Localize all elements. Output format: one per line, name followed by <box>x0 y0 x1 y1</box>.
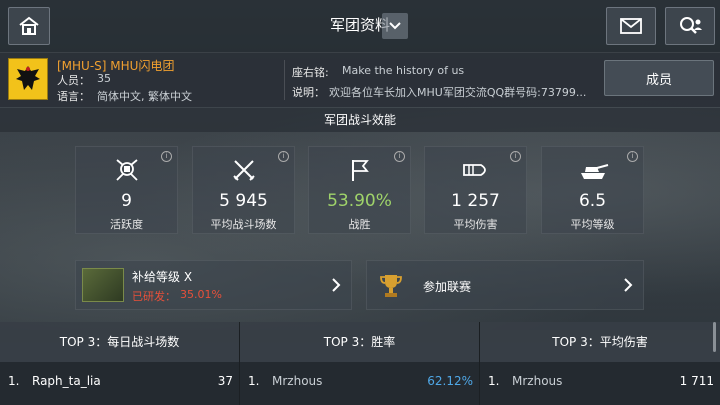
top3-winrate-header: TOP 3：胜率 <box>240 322 479 362</box>
stat-card-avg-damage[interactable]: i 1 257 平均伤害 <box>424 146 527 234</box>
mail-icon <box>620 18 642 34</box>
join-league-button[interactable]: 参加联赛 <box>366 260 644 310</box>
shell-icon <box>462 164 486 176</box>
members-button-label: 成员 <box>645 72 672 88</box>
motto-label: 座右铭: <box>292 66 329 79</box>
player-value: 1 711 <box>679 374 714 388</box>
top3-battles-header: TOP 3：每日战斗场数 <box>0 322 239 362</box>
stat-value: 5 945 <box>219 191 268 211</box>
stat-card-avg-tier[interactable]: i 6.5 平均等级 <box>541 146 644 234</box>
table-row[interactable]: 1. Raph_ta_lia 37 <box>0 362 239 405</box>
player-name: Raph_ta_lia <box>32 374 101 388</box>
activity-icon <box>115 159 138 181</box>
tank-icon <box>580 164 608 179</box>
search-user-icon <box>680 17 702 34</box>
supply-progress-value: 35.01% <box>180 288 222 301</box>
player-value: 37 <box>217 374 233 388</box>
stat-value: 1 257 <box>451 191 500 211</box>
column-divider <box>239 322 240 405</box>
supply-crate-icon <box>82 268 124 302</box>
stat-value: 53.90% <box>327 191 392 211</box>
stat-value: 9 <box>121 191 132 211</box>
chevron-right-icon <box>624 278 633 292</box>
mail-button[interactable] <box>606 7 656 45</box>
stat-label: 平均伤害 <box>453 218 498 231</box>
stat-card-win-rate[interactable]: i 53.90% 战胜 <box>308 146 411 234</box>
combat-efficiency-header: 军团战斗效能 <box>0 108 720 132</box>
clan-emblem <box>8 58 48 100</box>
crossed-swords-icon <box>232 160 255 181</box>
stat-label: 平均等级 <box>570 218 615 231</box>
members-count: 35 <box>97 72 111 85</box>
player-name: Mrzhous <box>512 374 563 388</box>
language-value: 简体中文, 繁体中文 <box>97 90 192 103</box>
title-dropdown-button[interactable] <box>382 13 408 39</box>
top3-damage-header: TOP 3：平均伤害 <box>480 322 720 362</box>
league-title: 参加联赛 <box>423 280 472 294</box>
eagle-emblem-icon <box>16 66 40 90</box>
stat-card-avg-battles[interactable]: i 5 945 平均战斗场数 <box>192 146 295 234</box>
table-row[interactable]: 1. Mrzhous 1 711 <box>480 362 720 405</box>
scrollbar[interactable] <box>713 322 716 352</box>
members-button[interactable]: 成员 <box>604 60 714 96</box>
rank: 1. <box>248 374 260 388</box>
supply-progress-label: 已研发： <box>132 290 176 303</box>
description-label: 说明： <box>292 86 325 99</box>
chevron-down-icon <box>389 22 401 30</box>
stat-label: 活跃度 <box>110 218 143 231</box>
language-label: 语言： <box>57 90 90 103</box>
supply-level-button[interactable]: 补给等级 X 已研发： 35.01% <box>75 260 352 310</box>
info-divider <box>284 60 285 100</box>
stat-card-activity[interactable]: i 9 活跃度 <box>75 146 178 234</box>
table-row[interactable]: 1. Mrzhous 62.12% <box>240 362 479 405</box>
search-player-button[interactable] <box>665 7 715 45</box>
stat-label: 平均战斗场数 <box>210 218 277 231</box>
rank: 1. <box>488 374 500 388</box>
stat-value: 6.5 <box>578 191 607 211</box>
stat-label: 战胜 <box>348 218 371 231</box>
player-name: Mrzhous <box>272 374 323 388</box>
flag-icon <box>351 160 369 181</box>
supply-title: 补给等级 X <box>132 270 193 284</box>
column-divider <box>479 322 480 405</box>
chevron-right-icon <box>332 278 341 292</box>
members-label: 人员： <box>57 74 90 87</box>
trophy-icon <box>380 275 402 297</box>
motto-value: Make the history of us <box>342 64 465 77</box>
description-value: 欢迎各位车长加入MHU军团交流QQ群号码:73799... <box>329 86 587 99</box>
rank: 1. <box>8 374 20 388</box>
player-value: 62.12% <box>427 374 473 388</box>
